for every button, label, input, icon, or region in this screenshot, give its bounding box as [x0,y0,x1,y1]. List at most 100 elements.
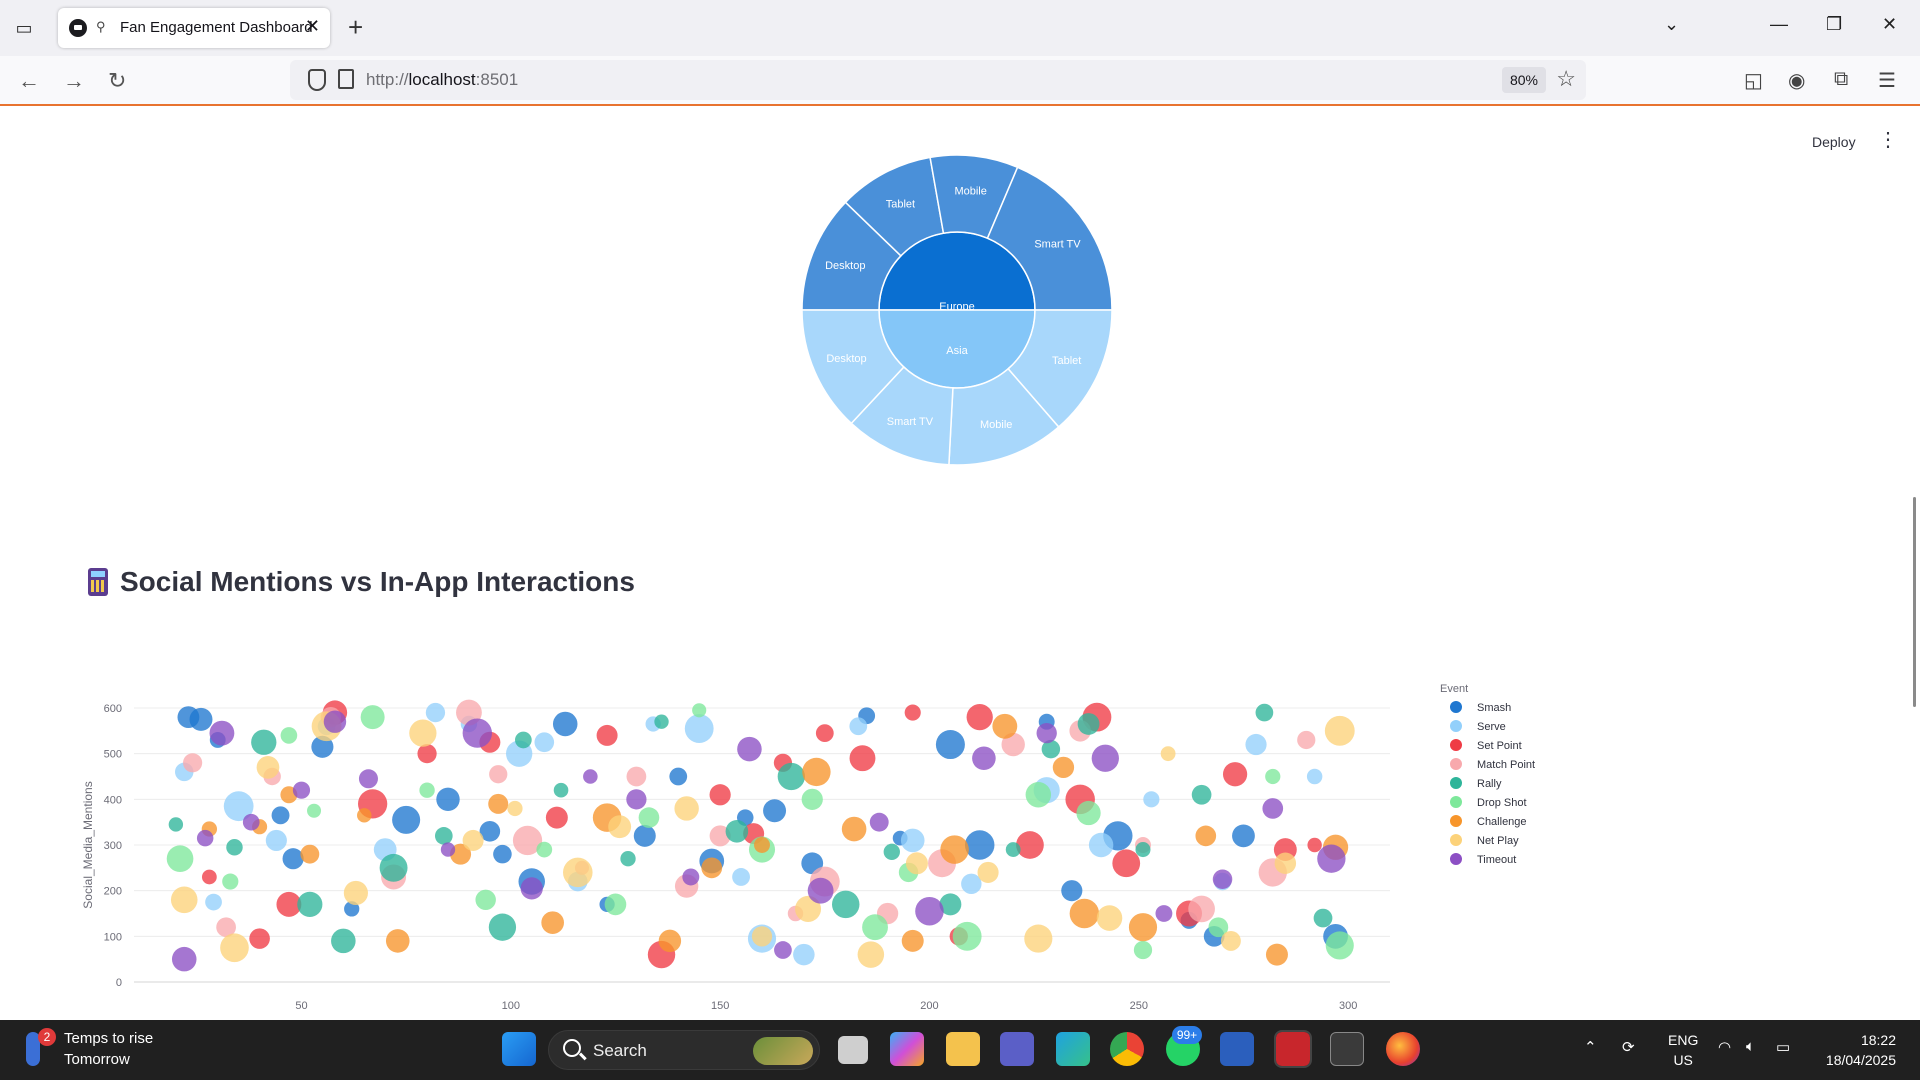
scatter-point[interactable] [307,803,322,818]
scatter-point[interactable] [883,843,900,861]
file-explorer-icon[interactable] [946,1032,980,1066]
scatter-point[interactable] [196,829,214,847]
chrome-icon[interactable] [1110,1032,1144,1066]
scatter-point[interactable] [626,789,647,810]
scatter-point[interactable] [1222,762,1248,787]
scatter-point[interactable] [1133,940,1153,960]
teams-icon[interactable] [1000,1032,1034,1066]
scatter-point[interactable] [1265,943,1288,966]
scatter-point[interactable] [385,929,410,953]
scatter-point[interactable] [604,893,627,916]
scatter-point[interactable] [168,817,184,832]
scatter-point[interactable] [1195,825,1217,847]
scatter-point[interactable] [774,941,792,959]
scatter-point[interactable] [475,889,496,911]
scatter-point[interactable] [489,765,508,784]
scatter-point[interactable] [977,861,999,883]
edge-icon[interactable] [1056,1032,1090,1066]
scatter-point[interactable] [183,753,203,773]
scatter-point[interactable] [536,841,553,858]
scatter-point[interactable] [849,717,868,736]
legend-item[interactable]: Smash [1450,701,1511,714]
scatter-point[interactable] [357,808,372,823]
scatter-point[interactable] [1325,931,1354,960]
scatter-point[interactable] [1307,837,1322,853]
scatter-point[interactable] [1024,924,1053,953]
scatter-point[interactable] [684,714,714,743]
scatter-point[interactable] [1025,782,1052,808]
windows-start-icon[interactable] [502,1032,536,1066]
scatter-point[interactable] [972,746,996,771]
zoom-level-badge[interactable]: 80% [1502,67,1546,93]
scatter-point[interactable] [1306,768,1323,785]
scatter-point[interactable] [725,820,749,843]
scatter-point[interactable] [242,813,260,831]
scatter-point[interactable] [841,816,867,842]
scatter-point[interactable] [815,724,834,743]
scatter-point[interactable] [1212,869,1233,890]
scatter-point[interactable] [462,829,484,851]
scatter-point[interactable] [940,835,969,864]
task-view-icon[interactable] [838,1036,868,1064]
bookmark-star-icon[interactable]: ☆ [1556,66,1576,92]
pdf-app-icon[interactable] [1274,1030,1312,1068]
scatter-point[interactable] [1255,703,1274,722]
back-icon[interactable]: ← [18,68,40,94]
scatter-point[interactable] [1088,832,1114,858]
scatter-point[interactable] [732,868,750,886]
scatter-point[interactable] [952,921,982,951]
scatter-point[interactable] [701,857,723,879]
scatter-point[interactable] [904,704,921,721]
scatter-point[interactable] [280,727,298,744]
scatter-point[interactable] [900,828,925,853]
scatter-point[interactable] [964,830,995,860]
legend-item[interactable]: Set Point [1450,739,1522,752]
scatter-point[interactable] [166,845,194,873]
restore-icon[interactable]: ❐ [1826,14,1842,35]
scatter-point[interactable] [638,807,660,828]
scatter-point[interactable] [358,769,378,789]
scatter-point[interactable] [201,869,217,885]
scatter-point[interactable] [658,929,682,953]
scatter-point[interactable] [966,704,993,731]
scatter-point[interactable] [282,848,304,870]
scatter-point[interactable] [541,911,564,934]
scatter-point[interactable] [1317,844,1346,873]
scatter-point[interactable] [1313,908,1333,928]
address-bar[interactable]: http://localhost:8501 80% ☆ [290,60,1586,100]
deploy-button[interactable]: Deploy [1812,134,1856,150]
scatter-point[interactable] [189,707,213,731]
scatter-point[interactable] [1232,824,1255,848]
scatter-point[interactable] [1036,722,1057,744]
page-info-icon[interactable] [338,69,354,89]
scatter-point[interactable] [1096,905,1123,931]
scatter-point[interactable] [205,893,222,911]
scatter-point[interactable] [265,829,287,851]
scatter-point[interactable] [292,781,311,799]
scatter-point[interactable] [249,928,270,949]
scatter-point[interactable] [534,732,555,753]
scatter-point[interactable] [1188,895,1215,923]
scatter-point[interactable] [520,877,543,900]
scatter-point[interactable] [737,736,762,762]
scatter-point[interactable] [170,886,198,914]
scatter-point[interactable] [222,873,239,890]
browser-tab-active[interactable]: ⚲ Fan Engagement Dashboard ✕ [58,8,330,48]
scatter-point[interactable] [409,719,437,747]
scatter-point[interactable] [793,943,815,966]
battery-icon[interactable]: ▭ [1776,1038,1790,1056]
scatter-point[interactable] [1262,798,1284,819]
scatter-point[interactable] [1112,849,1141,878]
tracking-shield-icon[interactable] [308,69,326,91]
scatter-point[interactable] [608,815,632,839]
scatter-point[interactable] [271,806,290,825]
extensions-icon[interactable]: ⧉ [1834,68,1848,91]
scatter-point[interactable] [1160,746,1176,762]
weather-title[interactable]: Temps to rise [64,1030,153,1047]
scatter-point[interactable] [1069,898,1100,929]
scatter-point[interactable] [209,720,235,746]
scatter-point[interactable] [849,745,876,772]
legend-item[interactable]: Net Play [1450,834,1519,847]
forward-icon[interactable]: → [63,68,85,94]
window-close-icon[interactable]: ✕ [1882,14,1897,35]
